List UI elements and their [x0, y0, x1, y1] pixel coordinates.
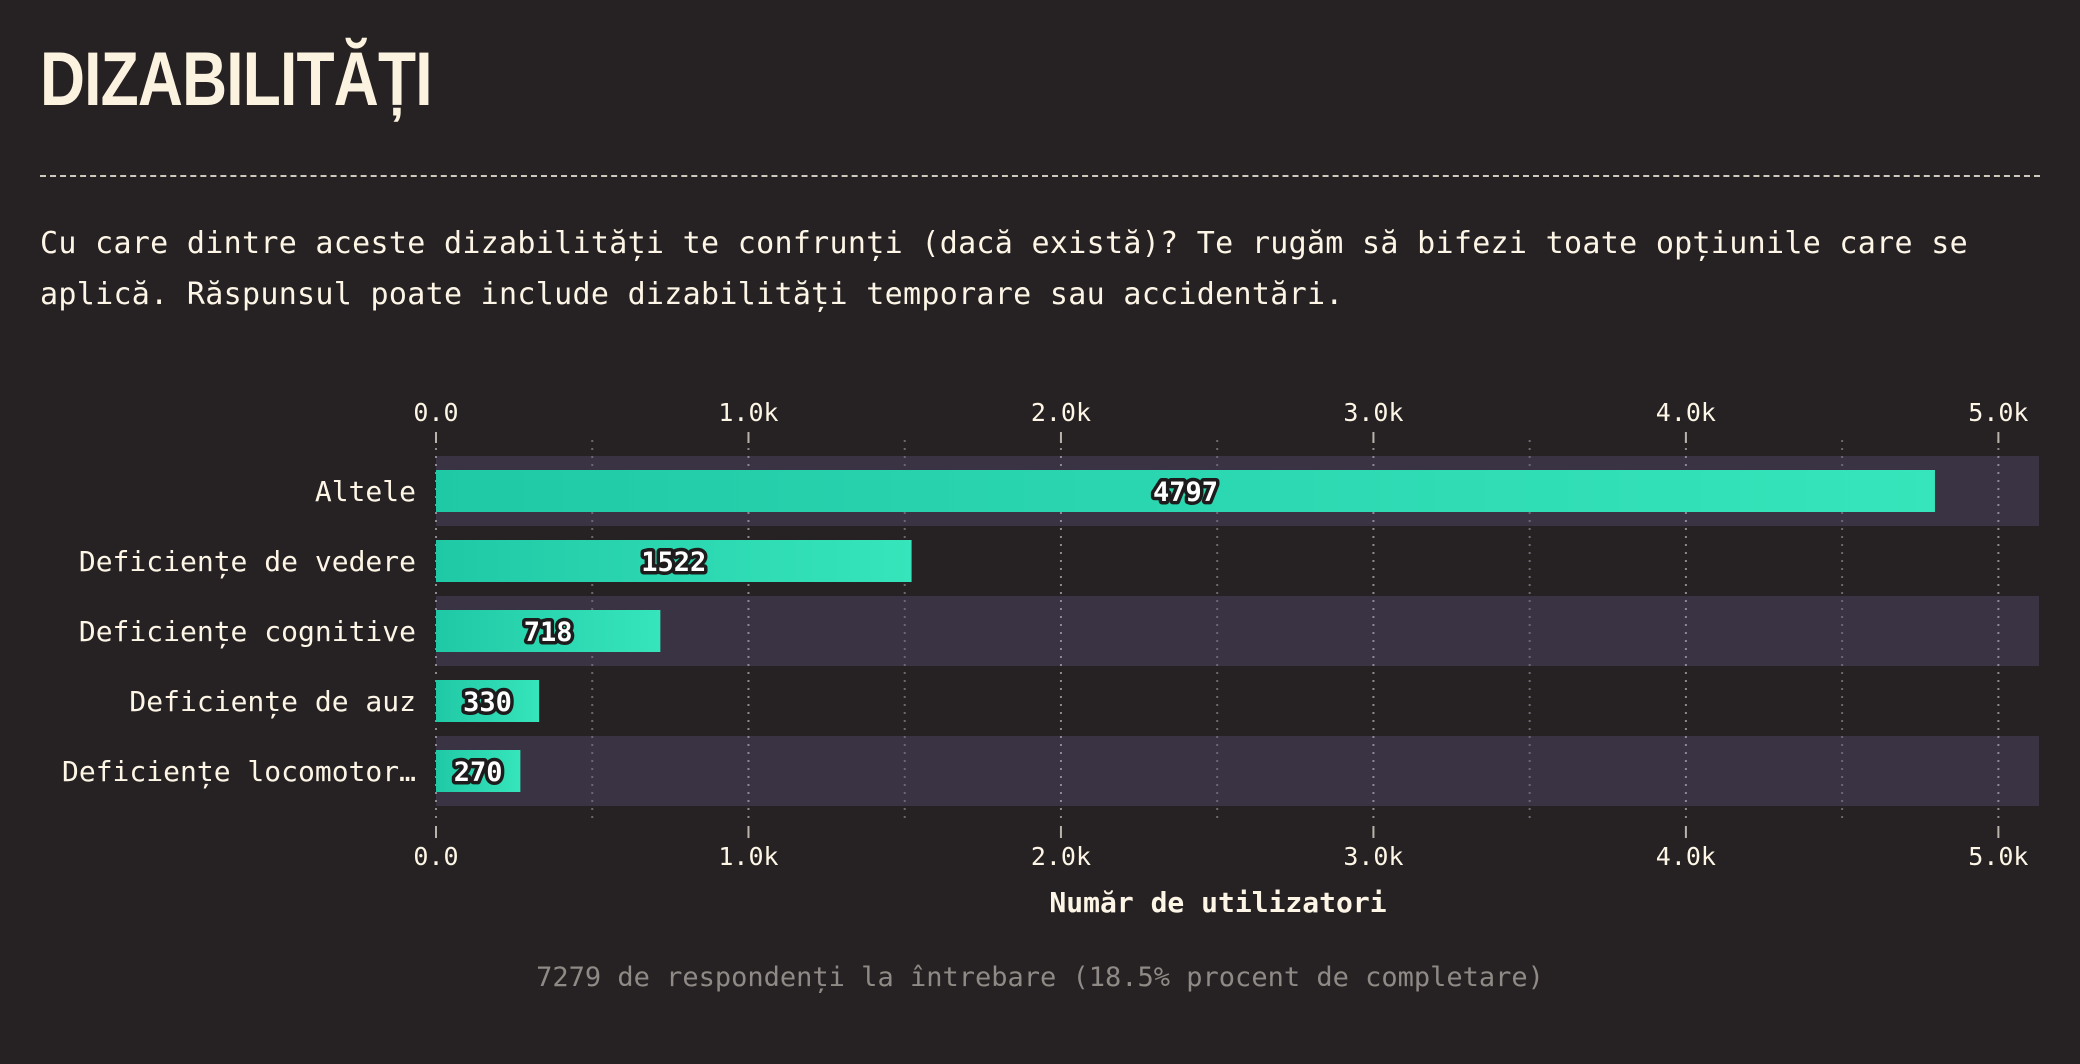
- category-label: Deficiențe cognitive: [79, 615, 416, 649]
- tick-label: 3.0k: [1343, 842, 1403, 871]
- value-label: 4797: [1153, 477, 1218, 508]
- tick-label: 1.0k: [718, 398, 778, 427]
- tick-label: 4.0k: [1656, 842, 1716, 871]
- tick-label: 2.0k: [1031, 842, 1091, 871]
- category-label: Deficiențe locomotor…: [62, 755, 416, 789]
- row-stripe: [436, 736, 2039, 806]
- tick-label: 4.0k: [1656, 398, 1716, 427]
- value-label: 270: [454, 757, 503, 788]
- tick-label: 5.0k: [1968, 398, 2028, 427]
- value-label: 1522: [641, 547, 706, 578]
- value-label: 330: [463, 687, 512, 718]
- category-label: Deficiențe de auz: [129, 685, 416, 719]
- tick-label: 3.0k: [1343, 398, 1403, 427]
- tick-label: 5.0k: [1968, 842, 2028, 871]
- category-label: Deficiențe de vedere: [79, 545, 416, 579]
- value-label: 718: [524, 617, 573, 648]
- respondents-note: 7279 de respondenți la întrebare (18.5% …: [536, 962, 1544, 993]
- tick-label: 2.0k: [1031, 398, 1091, 427]
- tick-label: 0.0: [413, 842, 458, 871]
- bar-chart: Altele 4797 Deficiențe de vedere 1522 Defici…: [62, 398, 2039, 919]
- tick-label: 1.0k: [718, 842, 778, 871]
- row-stripe: [436, 596, 2039, 666]
- x-axis-label: Număr de utilizatori: [1049, 886, 1386, 919]
- category-label: Altele: [315, 475, 416, 508]
- tick-label: 0.0: [413, 398, 458, 427]
